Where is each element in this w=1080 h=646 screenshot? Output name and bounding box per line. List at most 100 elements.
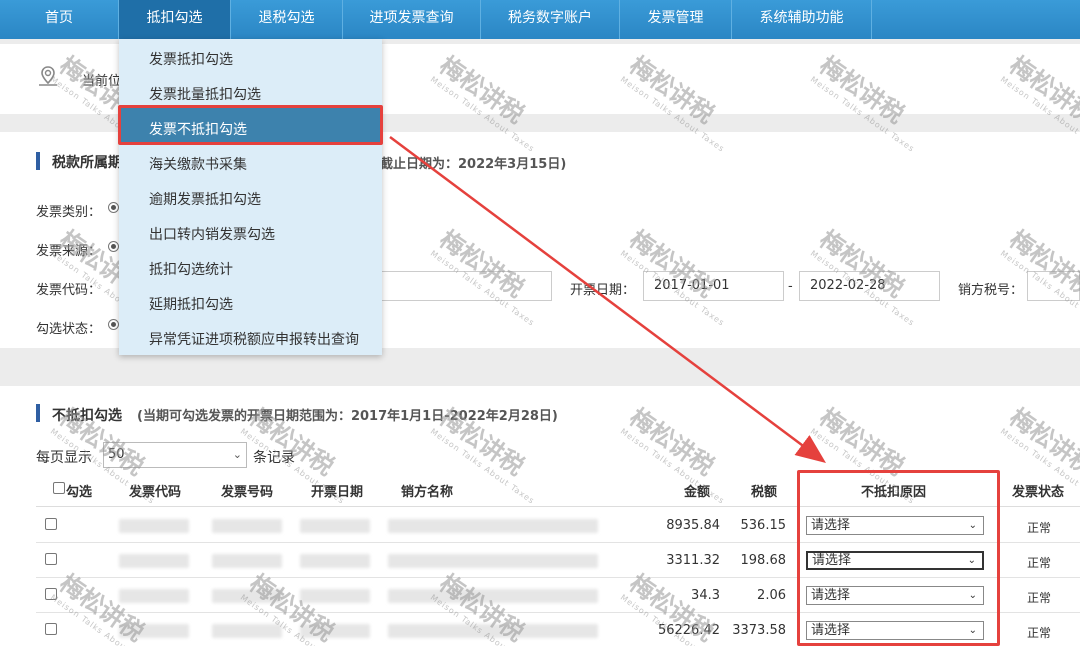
col-header-invoice-number: 发票号码 <box>221 485 274 500</box>
invoice-type-radio[interactable] <box>108 202 119 213</box>
menu-item-abnormal-voucher-query[interactable]: 异常凭证进项税额应申报转出查询 <box>149 329 359 349</box>
col-header-no-deduct-reason: 不抵扣原因 <box>861 485 927 500</box>
menu-item-deferred-deduct[interactable]: 延期抵扣勾选 <box>149 294 233 314</box>
date-to-input[interactable]: 2022-02-28 <box>799 271 940 301</box>
menu-item-deduct-statistics[interactable]: 抵扣勾选统计 <box>149 259 233 279</box>
row-checkbox[interactable] <box>45 518 57 530</box>
no-deduct-reason-select[interactable]: 请选择 ⌄ <box>806 516 984 535</box>
redacted-seller-name <box>388 589 598 603</box>
menu-item-no-deduct-select[interactable]: 发票不抵扣勾选 <box>149 119 247 139</box>
section-marker <box>36 404 40 422</box>
chevron-down-icon: ⌄ <box>968 625 977 636</box>
tax-period-title: 税款所属期 <box>52 155 122 171</box>
invoice-source-label: 发票来源： <box>36 244 102 259</box>
select-status-radio[interactable] <box>108 319 119 330</box>
reason-select-value: 请选择 <box>811 588 851 603</box>
redacted-invoice-code <box>119 589 189 603</box>
row-checkbox[interactable] <box>45 588 57 600</box>
menu-item-export-to-domestic[interactable]: 出口转内销发票勾选 <box>149 224 275 244</box>
row-tax: 536.15 <box>740 518 787 533</box>
page-size-label: 每页显示 <box>36 450 92 466</box>
date-from-input[interactable]: 2017-01-01 <box>643 271 784 301</box>
redacted-invoice-number <box>212 589 282 603</box>
invoice-code-label: 发票代码： <box>36 283 102 298</box>
chevron-down-icon: ⌄ <box>232 448 242 461</box>
menu-item-invoice-deduct-select[interactable]: 发票抵扣勾选 <box>149 49 233 69</box>
no-deduct-title: 不抵扣勾选 <box>52 408 122 424</box>
menu-item-overdue-deduct[interactable]: 逾期发票抵扣勾选 <box>149 189 261 209</box>
redacted-invoice-code <box>119 624 189 638</box>
nav-tax-digital-account[interactable]: 税务数字账户 <box>481 0 620 39</box>
redacted-seller-name <box>388 519 598 533</box>
redacted-seller-name <box>388 554 598 568</box>
row-amount: 3311.32 <box>666 553 720 568</box>
redacted-invoice-number <box>212 519 282 533</box>
nav-invoice-management[interactable]: 发票管理 <box>620 0 732 39</box>
chevron-down-icon: ⌄ <box>968 520 977 531</box>
page-size-suffix: 条记录 <box>253 450 295 466</box>
header-divider <box>36 506 1080 507</box>
chevron-down-icon: ⌄ <box>968 590 977 601</box>
no-deduct-date-range: (当期可勾选发票的开票日期范围为：2017年1月1日-2022年2月28日) <box>137 409 558 424</box>
seller-tax-no-input[interactable] <box>1027 271 1080 301</box>
reason-select-value: 请选择 <box>811 623 851 638</box>
menu-item-customs-payment[interactable]: 海关缴款书采集 <box>149 154 247 174</box>
row-divider <box>36 612 1080 613</box>
seller-tax-no-label: 销方税号： <box>958 283 1024 298</box>
deduct-select-dropdown: 发票抵扣勾选 发票批量抵扣勾选 发票不抵扣勾选 海关缴款书采集 逾期发票抵扣勾选… <box>119 39 382 355</box>
redacted-issue-date <box>300 554 370 568</box>
location-pin-icon <box>39 66 57 86</box>
nav-system-tools[interactable]: 系统辅助功能 <box>732 0 872 39</box>
page-size-value: 50 <box>108 447 125 462</box>
nav-input-invoice-query[interactable]: 进项发票查询 <box>343 0 481 39</box>
row-amount: 56226.42 <box>657 623 720 638</box>
row-status: 正常 <box>1027 626 1052 640</box>
section-marker <box>36 152 40 170</box>
nav-home[interactable]: 首页 <box>0 0 119 39</box>
row-tax: 198.68 <box>740 553 787 568</box>
invoice-type-label: 发票类别： <box>36 205 102 220</box>
row-tax: 2.06 <box>757 588 786 603</box>
col-header-select: 勾选 <box>66 485 93 500</box>
select-status-label: 勾选状态： <box>36 322 102 337</box>
redacted-seller-name <box>388 624 598 638</box>
no-deduct-reason-select[interactable]: 请选择 ⌄ <box>806 586 984 605</box>
date-separator: - <box>788 279 793 294</box>
row-status: 正常 <box>1027 556 1052 570</box>
col-header-invoice-code: 发票代码 <box>129 485 182 500</box>
chevron-down-icon: ⌄ <box>967 555 976 566</box>
row-amount: 34.3 <box>691 588 720 603</box>
invoice-code-input[interactable] <box>372 271 552 301</box>
row-status: 正常 <box>1027 521 1052 535</box>
nav-deduct-select[interactable]: 抵扣勾选 <box>119 0 231 39</box>
row-divider <box>36 577 1080 578</box>
redacted-invoice-number <box>212 554 282 568</box>
col-header-seller-name: 销方名称 <box>401 485 454 500</box>
col-header-invoice-status: 发票状态 <box>1012 485 1065 500</box>
col-header-issue-date: 开票日期 <box>311 485 364 500</box>
breadcrumb-text: 当前位 <box>82 74 122 89</box>
no-deduct-reason-select[interactable]: 请选择 ⌄ <box>806 621 984 640</box>
row-amount: 8935.84 <box>666 518 720 533</box>
redacted-invoice-code <box>119 519 189 533</box>
top-nav: 首页 抵扣勾选 退税勾选 进项发票查询 税务数字账户 发票管理 系统辅助功能 <box>0 0 1080 39</box>
redacted-invoice-code <box>119 554 189 568</box>
page-size-select[interactable]: 50 ⌄ <box>103 442 247 468</box>
invoice-source-radio[interactable] <box>108 241 119 252</box>
nav-refund-select[interactable]: 退税勾选 <box>231 0 343 39</box>
row-tax: 3373.58 <box>732 623 786 638</box>
row-divider <box>36 542 1080 543</box>
menu-item-batch-deduct-select[interactable]: 发票批量抵扣勾选 <box>149 84 261 104</box>
redacted-invoice-number <box>212 624 282 638</box>
row-checkbox[interactable] <box>45 623 57 635</box>
no-deduct-reason-select[interactable]: 请选择 ⌄ <box>806 551 984 570</box>
reason-select-value: 请选择 <box>812 553 852 568</box>
redacted-issue-date <box>300 519 370 533</box>
reason-select-value: 请选择 <box>811 518 851 533</box>
redacted-issue-date <box>300 624 370 638</box>
issue-date-label: 开票日期： <box>570 283 636 298</box>
redacted-issue-date <box>300 589 370 603</box>
row-checkbox[interactable] <box>45 553 57 565</box>
select-all-checkbox[interactable] <box>53 482 65 494</box>
row-status: 正常 <box>1027 591 1052 605</box>
